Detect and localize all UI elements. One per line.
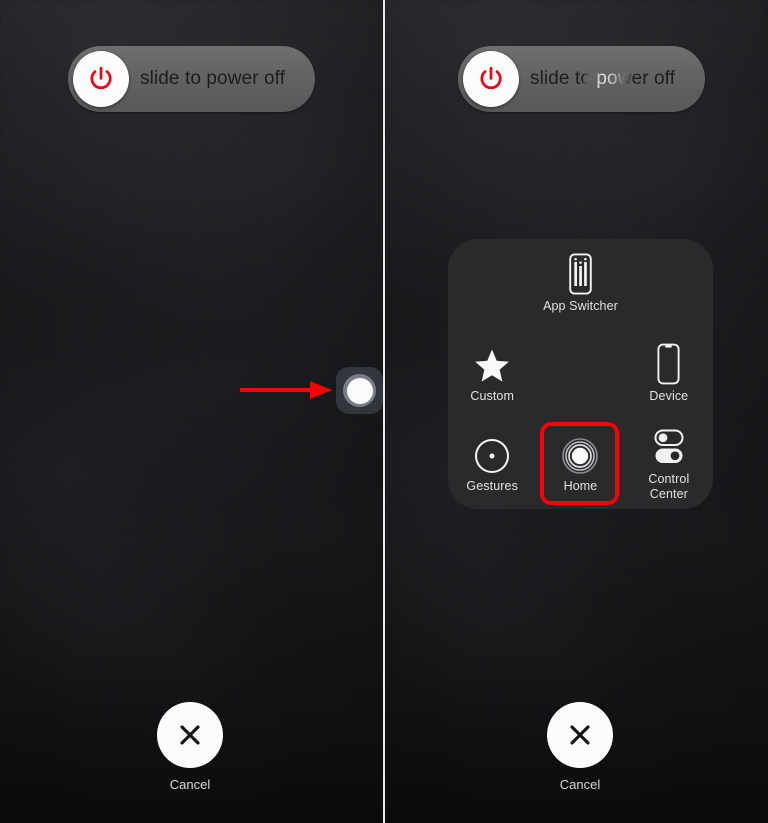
- assistivetouch-inner-dot: [346, 377, 373, 404]
- cancel-button-label: Cancel: [169, 777, 211, 792]
- assistivetouch-item-custom[interactable]: Custom: [448, 329, 536, 419]
- assistivetouch-item-device[interactable]: Device: [625, 329, 713, 419]
- screenshot-root: slide to power off Cancel slide to power…: [0, 0, 768, 823]
- assistivetouch-item-label: Control Center: [648, 471, 690, 501]
- assistivetouch-item-control-center[interactable]: Control Center: [625, 419, 713, 509]
- app-switcher-icon: [567, 253, 594, 295]
- slide-to-power-off-label: slide to power off: [140, 68, 286, 89]
- close-x-icon: [180, 725, 200, 745]
- power-off-slider-knob[interactable]: [463, 51, 519, 107]
- control-center-icon: [649, 426, 689, 468]
- power-off-slider-knob[interactable]: [73, 51, 129, 107]
- slide-to-power-off-slider[interactable]: slide to power off: [68, 46, 315, 112]
- assistivetouch-floating-button[interactable]: [336, 367, 383, 414]
- gestures-icon: [473, 433, 511, 475]
- cancel-button-label: Cancel: [559, 777, 601, 792]
- assistivetouch-item-gestures[interactable]: Gestures: [448, 419, 536, 509]
- assistivetouch-item-label: App Switcher: [543, 299, 618, 314]
- star-icon: [473, 343, 511, 385]
- device-icon: [655, 343, 682, 385]
- cancel-button[interactable]: Cancel: [155, 702, 225, 792]
- blurred-wallpaper-backdrop: [0, 0, 383, 823]
- assistivetouch-empty-cell: [625, 239, 713, 329]
- power-icon: [480, 66, 502, 90]
- assistivetouch-item-label: Device: [649, 389, 689, 404]
- assistivetouch-outer-ring: [343, 374, 376, 407]
- assistivetouch-item-label: Custom: [470, 389, 514, 404]
- close-x-icon: [570, 725, 590, 745]
- cancel-button-circle[interactable]: [547, 702, 613, 768]
- slide-to-power-off-label: slide to power off: [530, 46, 695, 112]
- assistivetouch-item-app-switcher[interactable]: App Switcher: [536, 239, 624, 329]
- assistivetouch-item-home[interactable]: Home: [536, 419, 624, 509]
- assistivetouch-empty-cell: [448, 239, 536, 329]
- assistivetouch-empty-cell: [536, 329, 624, 419]
- red-arrow-annotation: [240, 381, 332, 399]
- assistivetouch-menu[interactable]: App Switcher Custom Device Gestures Home…: [448, 239, 713, 509]
- assistivetouch-menu-grid: App Switcher Custom Device Gestures Home…: [448, 239, 713, 509]
- cancel-button[interactable]: Cancel: [545, 702, 615, 792]
- left-panel: slide to power off Cancel: [0, 0, 383, 823]
- power-icon: [90, 66, 112, 90]
- slide-to-power-off-slider[interactable]: slide to power off: [458, 46, 705, 112]
- assistivetouch-item-label: Home: [563, 479, 598, 494]
- home-icon: [561, 433, 599, 475]
- right-panel: slide to power off App Switcher Custom D…: [385, 0, 768, 823]
- assistivetouch-item-label: Gestures: [466, 479, 518, 494]
- cancel-button-circle[interactable]: [157, 702, 223, 768]
